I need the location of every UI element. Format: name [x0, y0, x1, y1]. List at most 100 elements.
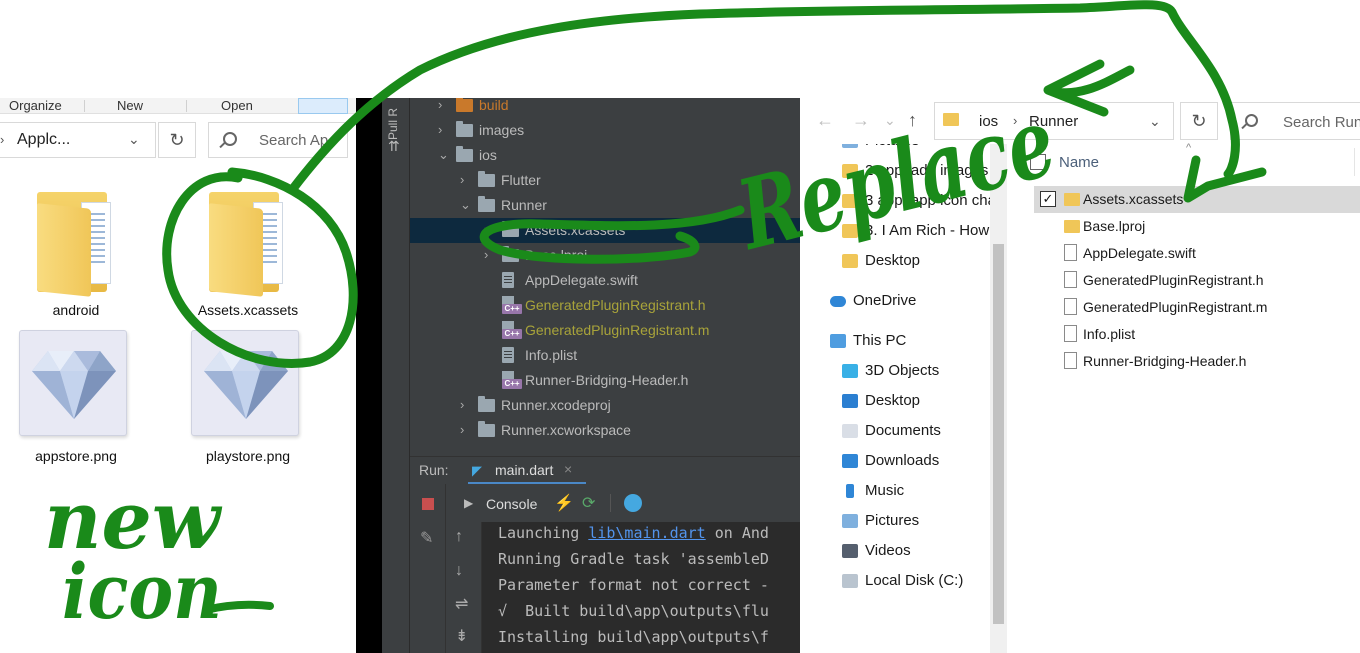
tree-item[interactable]: C++ GeneratedPluginRegistrant.h: [410, 293, 800, 318]
tree-item[interactable]: › build: [410, 98, 800, 118]
tree-item[interactable]: › images: [410, 118, 800, 143]
search-box[interactable]: Search Ap: [208, 122, 348, 158]
file-tile-playstore[interactable]: playstore.png: [173, 330, 323, 470]
open-group[interactable]: Open: [221, 98, 253, 113]
arrow-up-icon[interactable]: ↑: [455, 528, 463, 546]
tree-item[interactable]: › Flutter: [410, 168, 800, 193]
diamond-image-icon: [191, 330, 299, 436]
tree-item-label: ios: [479, 147, 497, 163]
tree-item[interactable]: › Assets.xcassets: [410, 218, 800, 243]
chevron-down-icon[interactable]: ⌄: [438, 147, 449, 163]
search-input[interactable]: Search Ap: [259, 132, 345, 149]
nav-item[interactable]: OneDrive: [800, 286, 990, 316]
documents-icon: [842, 424, 858, 438]
tree-item[interactable]: C++ Runner-Bridging-Header.h: [410, 368, 800, 393]
nav-item[interactable]: Videos: [800, 536, 990, 566]
name-column-header[interactable]: Name: [1059, 154, 1099, 171]
tree-item[interactable]: ⌄ ios: [410, 143, 800, 168]
file-tile-assets-xcassets[interactable]: Assets.xcassets: [173, 188, 323, 328]
tree-item[interactable]: ⌄ Runner: [410, 193, 800, 218]
refresh-button[interactable]: ↻: [158, 122, 196, 158]
up-arrow-icon[interactable]: ↑: [908, 110, 917, 131]
file-row[interactable]: AppDelegate.swift: [1034, 240, 1360, 267]
address-bar[interactable]: ios › Runner ⌄: [934, 102, 1174, 140]
nav-item[interactable]: Desktop: [800, 246, 990, 276]
nav-item[interactable]: Desktop: [800, 386, 990, 416]
tree-item[interactable]: C++ GeneratedPluginRegistrant.m: [410, 318, 800, 343]
forward-arrow-icon[interactable]: →: [852, 110, 870, 131]
search-input[interactable]: Search Runn: [1283, 114, 1360, 131]
chevron-right-icon[interactable]: ›: [460, 172, 464, 187]
file-link[interactable]: lib\main.dart: [588, 524, 705, 542]
soft-wrap-icon[interactable]: ⇌: [455, 594, 468, 614]
chevron-right-icon[interactable]: ›: [484, 222, 488, 237]
tree-item[interactable]: › Runner.xcworkspace: [410, 418, 800, 443]
devtools-icon[interactable]: [624, 494, 642, 512]
close-icon[interactable]: ×: [564, 461, 572, 477]
navigation-scrollbar[interactable]: [990, 144, 1007, 653]
project-tree: › build › images ⌄ ios › Flutter ⌄ Runner › Assets.…: [410, 98, 800, 456]
file-tile-appstore[interactable]: appstore.png: [1, 330, 151, 470]
chevron-right-icon[interactable]: ›: [438, 98, 442, 112]
hot-reload-icon[interactable]: ⚡: [554, 493, 574, 513]
hot-restart-icon[interactable]: ⟳: [582, 493, 595, 513]
nav-item-label: Downloads: [865, 452, 940, 469]
file-row[interactable]: Info.plist: [1034, 321, 1360, 348]
search-box[interactable]: Search Runn: [1230, 102, 1360, 140]
pull-requests-tab[interactable]: Pull R: [386, 100, 400, 140]
breadcrumb-runner[interactable]: Runner: [1029, 113, 1078, 130]
nav-item[interactable]: 2 app, add images: [800, 156, 990, 186]
stop-icon[interactable]: [422, 498, 434, 510]
disk-icon: [842, 574, 858, 588]
refresh-button[interactable]: ↻: [1180, 102, 1218, 140]
nav-item[interactable]: 3 app, app icon cha: [800, 186, 990, 216]
chevron-down-icon[interactable]: ⌄: [128, 131, 140, 148]
breadcrumb-ios[interactable]: ios: [979, 113, 998, 130]
pin-icon[interactable]: ⚲: [972, 144, 981, 147]
nav-item[interactable]: Documents: [800, 416, 990, 446]
row-checkbox[interactable]: ✓: [1040, 191, 1056, 207]
file-row[interactable]: Base.lproj: [1034, 213, 1360, 240]
nav-item[interactable]: 3. I Am Rich - How: [800, 216, 990, 246]
folder-icon: [456, 146, 473, 162]
file-row[interactable]: ✓ Assets.xcassets: [1034, 186, 1360, 213]
chevron-right-icon[interactable]: ›: [460, 397, 464, 412]
chevron-right-icon[interactable]: ›: [460, 422, 464, 437]
chevron-right-icon[interactable]: ›: [438, 122, 442, 137]
ribbon-selected-group[interactable]: [298, 98, 348, 114]
tree-item[interactable]: Info.plist: [410, 343, 800, 368]
nav-item-label: Desktop: [865, 252, 921, 269]
nav-item[interactable]: Pictures ⚲: [800, 144, 990, 156]
console-tab[interactable]: Console: [486, 496, 537, 512]
nav-item-label: Pictures: [865, 144, 919, 149]
scroll-to-end-icon[interactable]: ⇟: [455, 626, 468, 646]
organize-group[interactable]: Organize: [9, 98, 62, 113]
chevron-down-icon[interactable]: ⌄: [1149, 113, 1161, 130]
file-row[interactable]: GeneratedPluginRegistrant.m: [1034, 294, 1360, 321]
file-row[interactable]: GeneratedPluginRegistrant.h: [1034, 267, 1360, 294]
select-all-checkbox[interactable]: [1030, 154, 1046, 170]
pictures-icon: [842, 144, 858, 148]
nav-item[interactable]: Music: [800, 476, 990, 506]
tree-item[interactable]: › Base.lproj: [410, 243, 800, 268]
address-bar[interactable]: › Applc... ⌄: [0, 122, 156, 158]
tree-item[interactable]: AppDelegate.swift: [410, 268, 800, 293]
pin-icon[interactable]: ✎: [420, 528, 433, 548]
nav-item[interactable]: Pictures: [800, 506, 990, 536]
nav-item[interactable]: 3D Objects: [800, 356, 990, 386]
new-group[interactable]: New: [117, 98, 143, 113]
file-tile-android[interactable]: android: [1, 188, 151, 328]
recent-chevron-icon[interactable]: ⌄: [884, 112, 896, 129]
chevron-down-icon[interactable]: ⌄: [460, 197, 471, 213]
tree-item[interactable]: › Runner.xcodeproj: [410, 393, 800, 418]
main-dart-tab[interactable]: main.dart: [495, 462, 553, 478]
pull-request-icon[interactable]: ⇈: [388, 138, 400, 155]
nav-item[interactable]: Local Disk (C:): [800, 566, 990, 596]
chevron-right-icon[interactable]: ›: [484, 247, 488, 262]
arrow-down-icon[interactable]: ↓: [455, 562, 463, 580]
nav-item[interactable]: Downloads: [800, 446, 990, 476]
file-row[interactable]: Runner-Bridging-Header.h: [1034, 348, 1360, 375]
console-output[interactable]: Launching lib\main.dart on And Running Gr…: [482, 522, 800, 653]
nav-item[interactable]: This PC: [800, 326, 990, 356]
back-arrow-icon[interactable]: ←: [816, 110, 834, 131]
